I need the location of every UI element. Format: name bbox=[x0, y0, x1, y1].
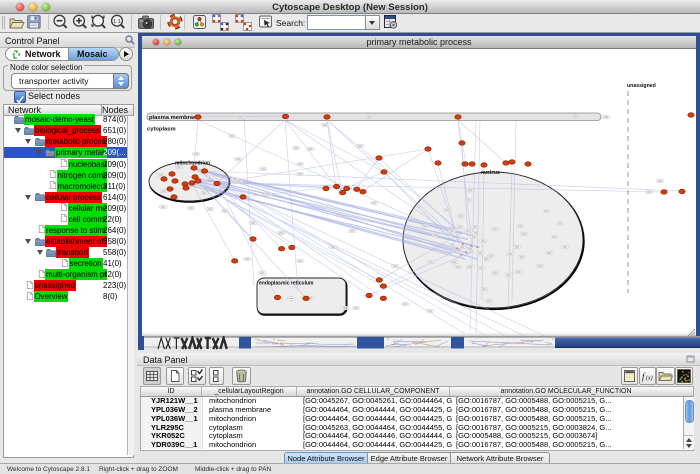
svg-text:1:1: 1:1 bbox=[113, 19, 121, 25]
svg-text:unassigned: unassigned bbox=[627, 83, 656, 89]
svg-text:nucleus: nucleus bbox=[481, 170, 500, 176]
svg-text:(x): (x) bbox=[646, 375, 653, 382]
svg-text:plasma membrane: plasma membrane bbox=[149, 115, 201, 121]
svg-text:cytoplasm: cytoplasm bbox=[147, 127, 176, 133]
svg-text:endoplasmic reticulum: endoplasmic reticulum bbox=[259, 281, 314, 287]
